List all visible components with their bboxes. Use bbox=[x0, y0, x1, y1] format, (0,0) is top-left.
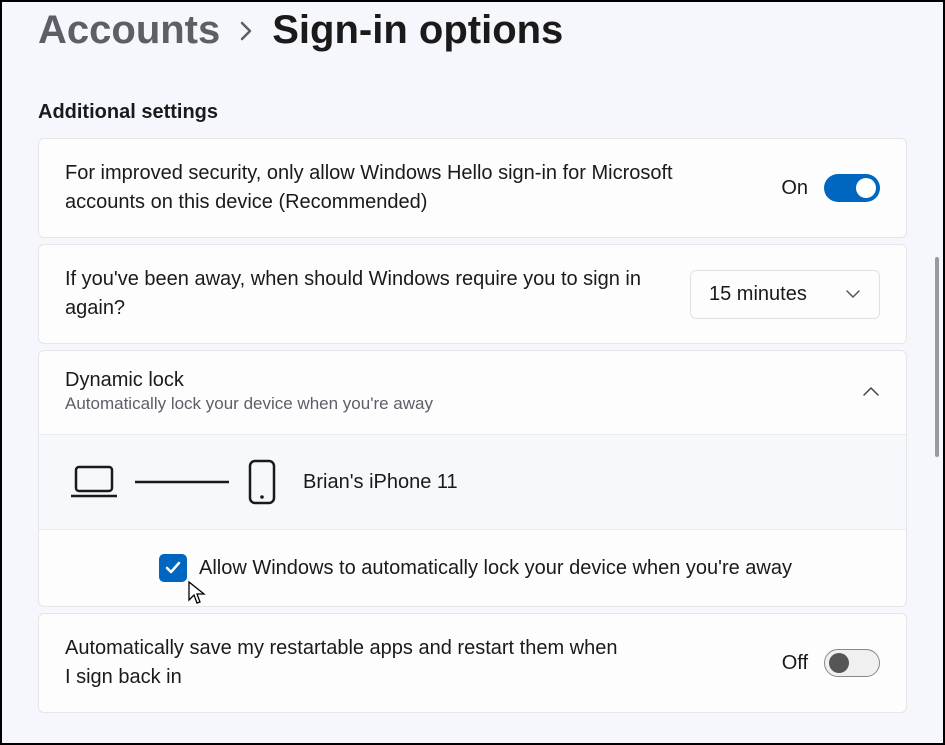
connection-line-icon bbox=[135, 480, 229, 484]
dynamic-lock-title: Dynamic lock bbox=[65, 369, 433, 392]
require-signin-text: If you've been away, when should Windows… bbox=[65, 265, 666, 323]
dropdown-value: 15 minutes bbox=[709, 283, 807, 306]
breadcrumb-parent-link[interactable]: Accounts bbox=[38, 8, 220, 53]
paired-device-row: Brian's iPhone 11 bbox=[39, 434, 906, 529]
require-signin-dropdown[interactable]: 15 minutes bbox=[690, 270, 880, 319]
hello-signin-text: For improved security, only allow Window… bbox=[65, 159, 757, 217]
hello-toggle[interactable] bbox=[824, 174, 880, 202]
dynamic-lock-header[interactable]: Dynamic lock Automatically lock your dev… bbox=[39, 351, 906, 434]
chevron-down-icon bbox=[845, 289, 861, 299]
chevron-right-icon bbox=[238, 19, 254, 43]
scrollbar[interactable] bbox=[935, 257, 939, 457]
dynamic-lock-subtitle: Automatically lock your device when you'… bbox=[65, 394, 433, 414]
breadcrumb: Accounts Sign-in options bbox=[38, 2, 907, 53]
dynamic-lock-card: Dynamic lock Automatically lock your dev… bbox=[38, 350, 907, 607]
restart-apps-text: Automatically save my restartable apps a… bbox=[65, 634, 625, 692]
hello-signin-card: For improved security, only allow Window… bbox=[38, 138, 907, 238]
laptop-icon bbox=[71, 465, 117, 499]
chevron-up-icon bbox=[862, 386, 880, 398]
section-header: Additional settings bbox=[38, 101, 907, 124]
hello-toggle-label: On bbox=[781, 177, 808, 200]
restart-toggle-label: Off bbox=[782, 652, 808, 675]
paired-device-name: Brian's iPhone 11 bbox=[303, 471, 458, 494]
restart-toggle[interactable] bbox=[824, 649, 880, 677]
cursor-icon bbox=[187, 580, 207, 606]
page-title: Sign-in options bbox=[272, 8, 563, 53]
phone-icon bbox=[247, 459, 277, 505]
dynamic-lock-checkbox-row: Allow Windows to automatically lock your… bbox=[39, 529, 906, 606]
require-signin-card: If you've been away, when should Windows… bbox=[38, 244, 907, 344]
dynamic-lock-checkbox[interactable] bbox=[159, 554, 187, 582]
dynamic-lock-checkbox-label: Allow Windows to automatically lock your… bbox=[199, 557, 792, 580]
restart-apps-card: Automatically save my restartable apps a… bbox=[38, 613, 907, 713]
